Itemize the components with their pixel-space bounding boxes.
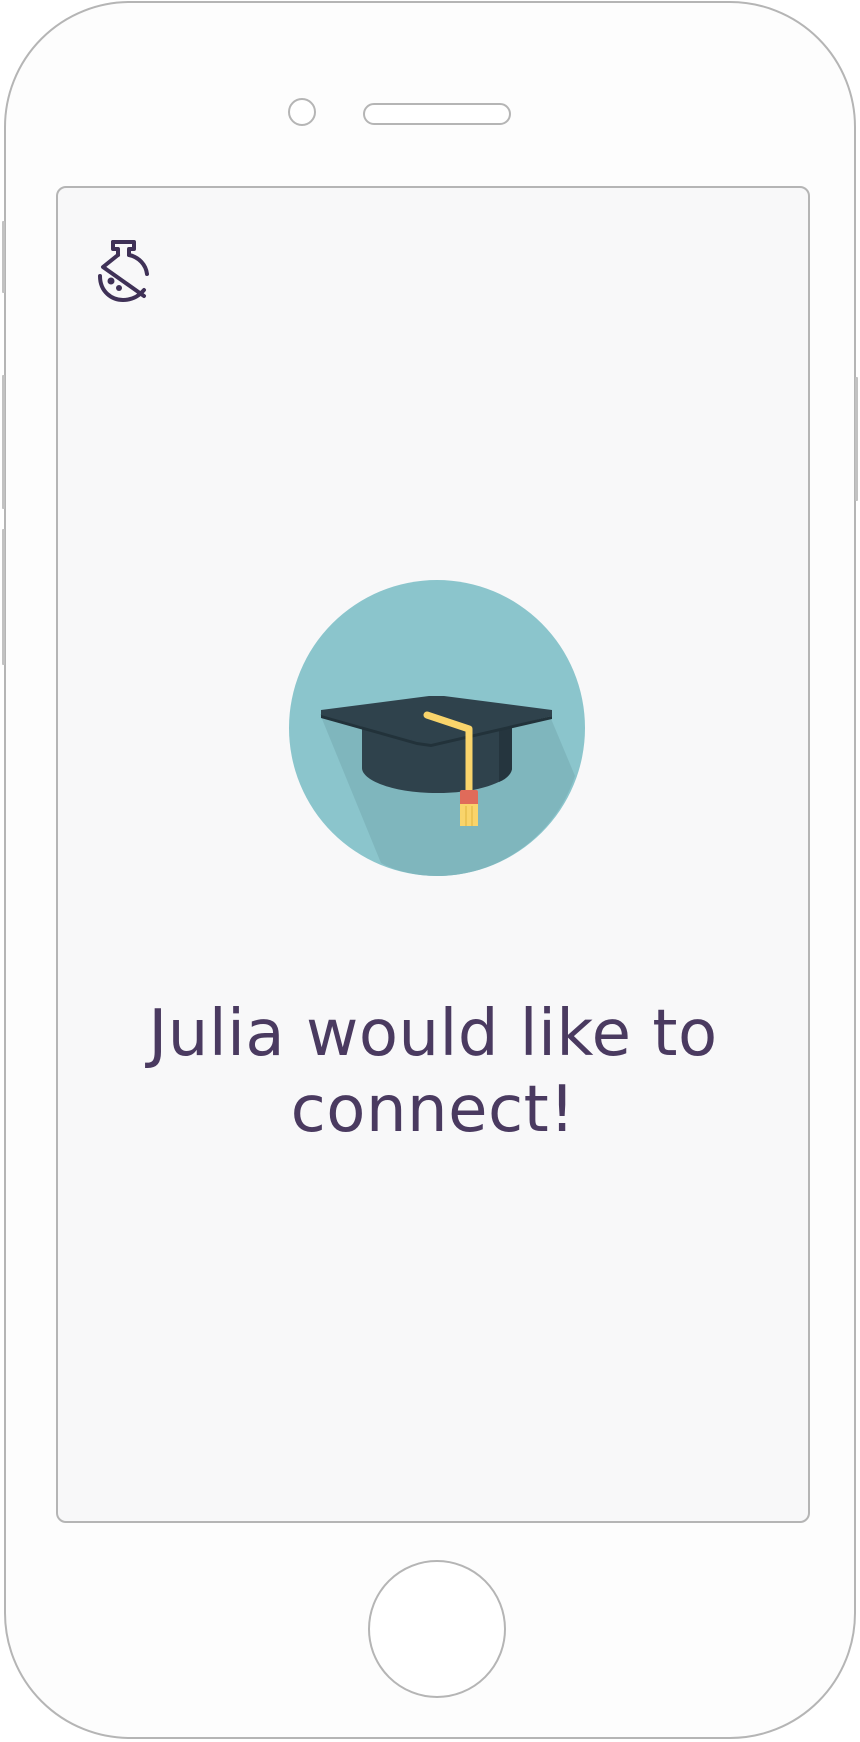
app-screen: Julia would like to connect!	[56, 186, 810, 1523]
power-button	[855, 377, 858, 501]
home-button[interactable]	[368, 1560, 506, 1698]
graduation-cap-icon	[289, 580, 585, 876]
earpiece-speaker	[363, 103, 511, 125]
front-camera	[288, 98, 316, 126]
phone-frame: Julia would like to connect!	[2, 1, 858, 1739]
flask-logo-icon	[98, 240, 149, 302]
connection-request-message: Julia would like to connect!	[148, 997, 718, 1147]
volume-up-button	[2, 375, 5, 509]
silent-switch	[2, 221, 5, 293]
volume-down-button	[2, 529, 5, 665]
